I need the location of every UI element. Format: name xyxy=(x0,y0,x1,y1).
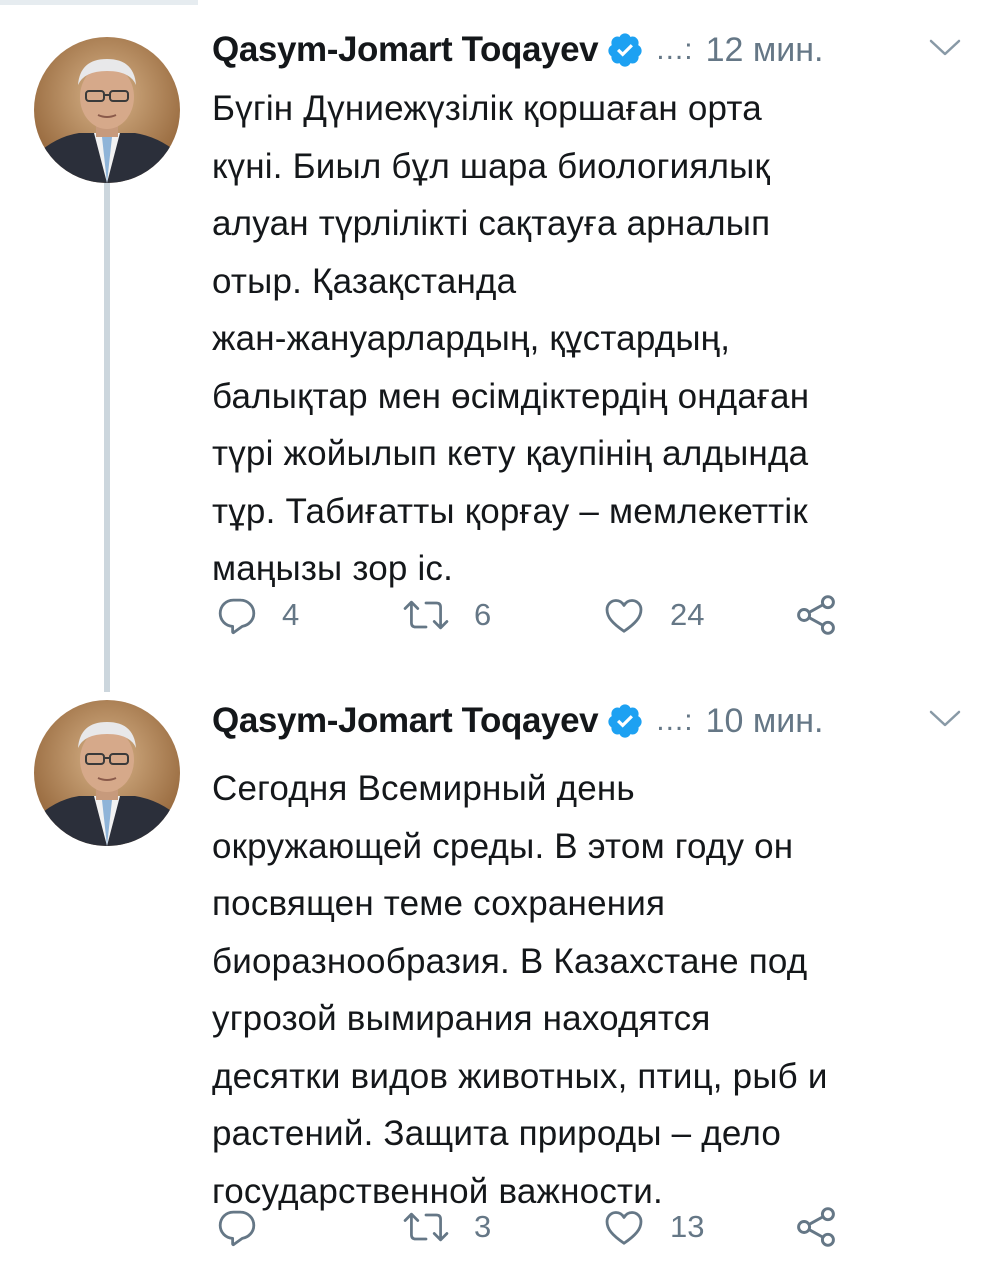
tweet-1[interactable]: Qasym-Jomart Toqayev ...: 12 мин. Бүгін … xyxy=(0,0,988,690)
reply-button[interactable]: 4 xyxy=(216,590,299,640)
tweet-text: Бүгін Дүниежүзілік қоршаған орта күні. Б… xyxy=(212,89,810,588)
like-button[interactable]: 24 xyxy=(602,590,704,640)
author-handle: ...: xyxy=(656,704,694,737)
reply-icon xyxy=(216,1206,258,1248)
retweet-icon xyxy=(402,594,450,636)
share-button[interactable] xyxy=(794,1202,838,1252)
verified-badge-icon xyxy=(606,702,644,740)
tweet-timestamp[interactable]: 10 мин. xyxy=(706,702,824,741)
tweet-text: Сегодня Всемирный день окружающей среды.… xyxy=(212,769,828,1211)
author-handle: ...: xyxy=(656,33,694,66)
tweet-header: Qasym-Jomart Toqayev ...: 12 мин. xyxy=(212,22,962,78)
tweet-timestamp[interactable]: 12 мин. xyxy=(706,31,824,70)
tweet-actions: 4 6 24 xyxy=(216,590,856,640)
author-avatar[interactable] xyxy=(34,37,180,183)
retweet-button[interactable]: 6 xyxy=(402,590,491,640)
share-button[interactable] xyxy=(794,590,838,640)
retweet-count: 6 xyxy=(474,597,492,632)
chevron-down-icon[interactable] xyxy=(928,36,962,60)
tweet-header: Qasym-Jomart Toqayev ...: 10 мин. xyxy=(212,693,962,749)
share-icon xyxy=(794,1205,838,1249)
author-avatar[interactable] xyxy=(34,700,180,846)
author-name[interactable]: Qasym-Jomart Toqayev xyxy=(212,701,599,741)
chevron-down-icon[interactable] xyxy=(928,707,962,731)
share-icon xyxy=(794,593,838,637)
like-button[interactable]: 13 xyxy=(602,1202,704,1252)
reply-count: 4 xyxy=(282,597,300,632)
reply-button[interactable] xyxy=(216,1202,282,1252)
retweet-count: 3 xyxy=(474,1209,492,1244)
like-count: 13 xyxy=(670,1209,705,1244)
retweet-button[interactable]: 3 xyxy=(402,1202,491,1252)
like-count: 24 xyxy=(670,597,705,632)
tweet-2[interactable]: Qasym-Jomart Toqayev ...: 10 мин. Сегодн… xyxy=(0,690,988,1280)
reply-icon xyxy=(216,594,258,636)
heart-icon xyxy=(602,594,646,636)
author-name[interactable]: Qasym-Jomart Toqayev xyxy=(212,30,599,70)
heart-icon xyxy=(602,1206,646,1248)
retweet-icon xyxy=(402,1206,450,1248)
tweet-actions: 3 13 xyxy=(216,1202,856,1252)
verified-badge-icon xyxy=(606,31,644,69)
